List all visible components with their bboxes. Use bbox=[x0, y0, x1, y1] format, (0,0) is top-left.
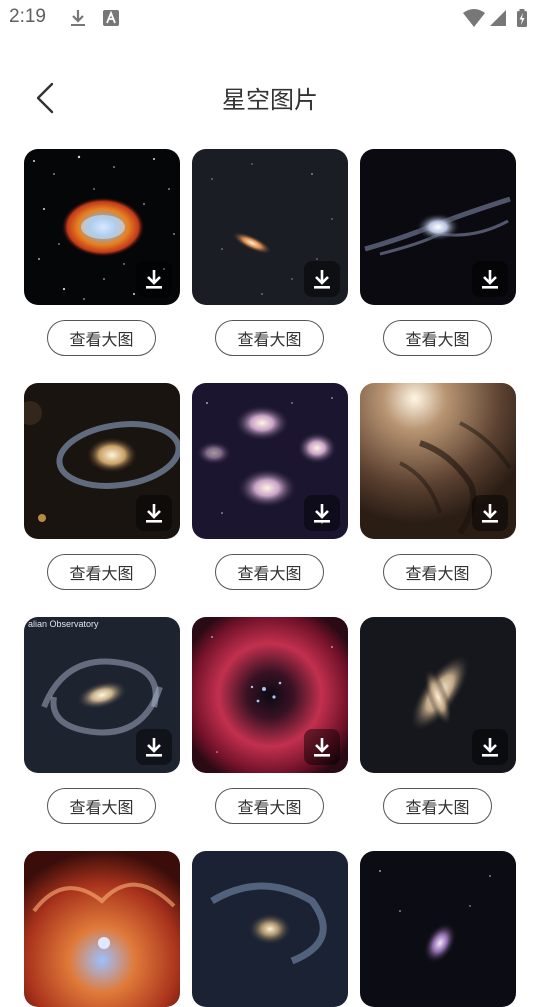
download-icon bbox=[146, 738, 162, 757]
image-credit: alian Observatory bbox=[28, 619, 99, 629]
view-large-button[interactable]: 查看大图 bbox=[383, 554, 492, 590]
view-large-button[interactable]: 查看大图 bbox=[215, 788, 324, 824]
download-icon bbox=[482, 270, 498, 289]
download-icon bbox=[146, 504, 162, 523]
nebula-thumbnail[interactable] bbox=[24, 851, 180, 1007]
image-grid: 查看大图 查看大图 查看大图 查看大图 查看大图 查看大图 alian Obse… bbox=[0, 0, 540, 1007]
download-button[interactable] bbox=[472, 261, 508, 297]
galaxy-group-thumbnail[interactable] bbox=[192, 383, 348, 539]
download-button[interactable] bbox=[136, 495, 172, 531]
download-button[interactable] bbox=[136, 261, 172, 297]
galaxy-thumbnail[interactable] bbox=[360, 149, 516, 305]
download-button[interactable] bbox=[304, 729, 340, 765]
view-large-button[interactable]: 查看大图 bbox=[383, 788, 492, 824]
download-icon bbox=[482, 738, 498, 757]
merging-galaxy-thumbnail[interactable] bbox=[360, 617, 516, 773]
nebula-thumbnail[interactable] bbox=[24, 149, 180, 305]
rosette-nebula-thumbnail[interactable] bbox=[192, 617, 348, 773]
spiral-galaxy-thumbnail[interactable] bbox=[192, 851, 348, 1007]
download-icon bbox=[482, 504, 498, 523]
view-large-button[interactable]: 查看大图 bbox=[215, 554, 324, 590]
download-button[interactable] bbox=[136, 729, 172, 765]
galaxy-thumbnail[interactable] bbox=[360, 851, 516, 1007]
download-icon bbox=[314, 504, 330, 523]
view-large-button[interactable]: 查看大图 bbox=[47, 320, 156, 356]
download-icon bbox=[314, 738, 330, 757]
download-button[interactable] bbox=[304, 261, 340, 297]
view-large-button[interactable]: 查看大图 bbox=[47, 788, 156, 824]
view-large-button[interactable]: 查看大图 bbox=[383, 320, 492, 356]
download-button[interactable] bbox=[472, 495, 508, 531]
download-icon bbox=[314, 270, 330, 289]
download-button[interactable] bbox=[304, 495, 340, 531]
galaxy-thumbnail[interactable] bbox=[192, 149, 348, 305]
spiral-galaxy-thumbnail[interactable]: alian Observatory bbox=[24, 617, 180, 773]
galaxy-thumbnail[interactable] bbox=[24, 383, 180, 539]
view-large-button[interactable]: 查看大图 bbox=[47, 554, 156, 590]
view-large-button[interactable]: 查看大图 bbox=[215, 320, 324, 356]
download-icon bbox=[146, 270, 162, 289]
download-button[interactable] bbox=[472, 729, 508, 765]
galaxy-core-thumbnail[interactable] bbox=[360, 383, 516, 539]
